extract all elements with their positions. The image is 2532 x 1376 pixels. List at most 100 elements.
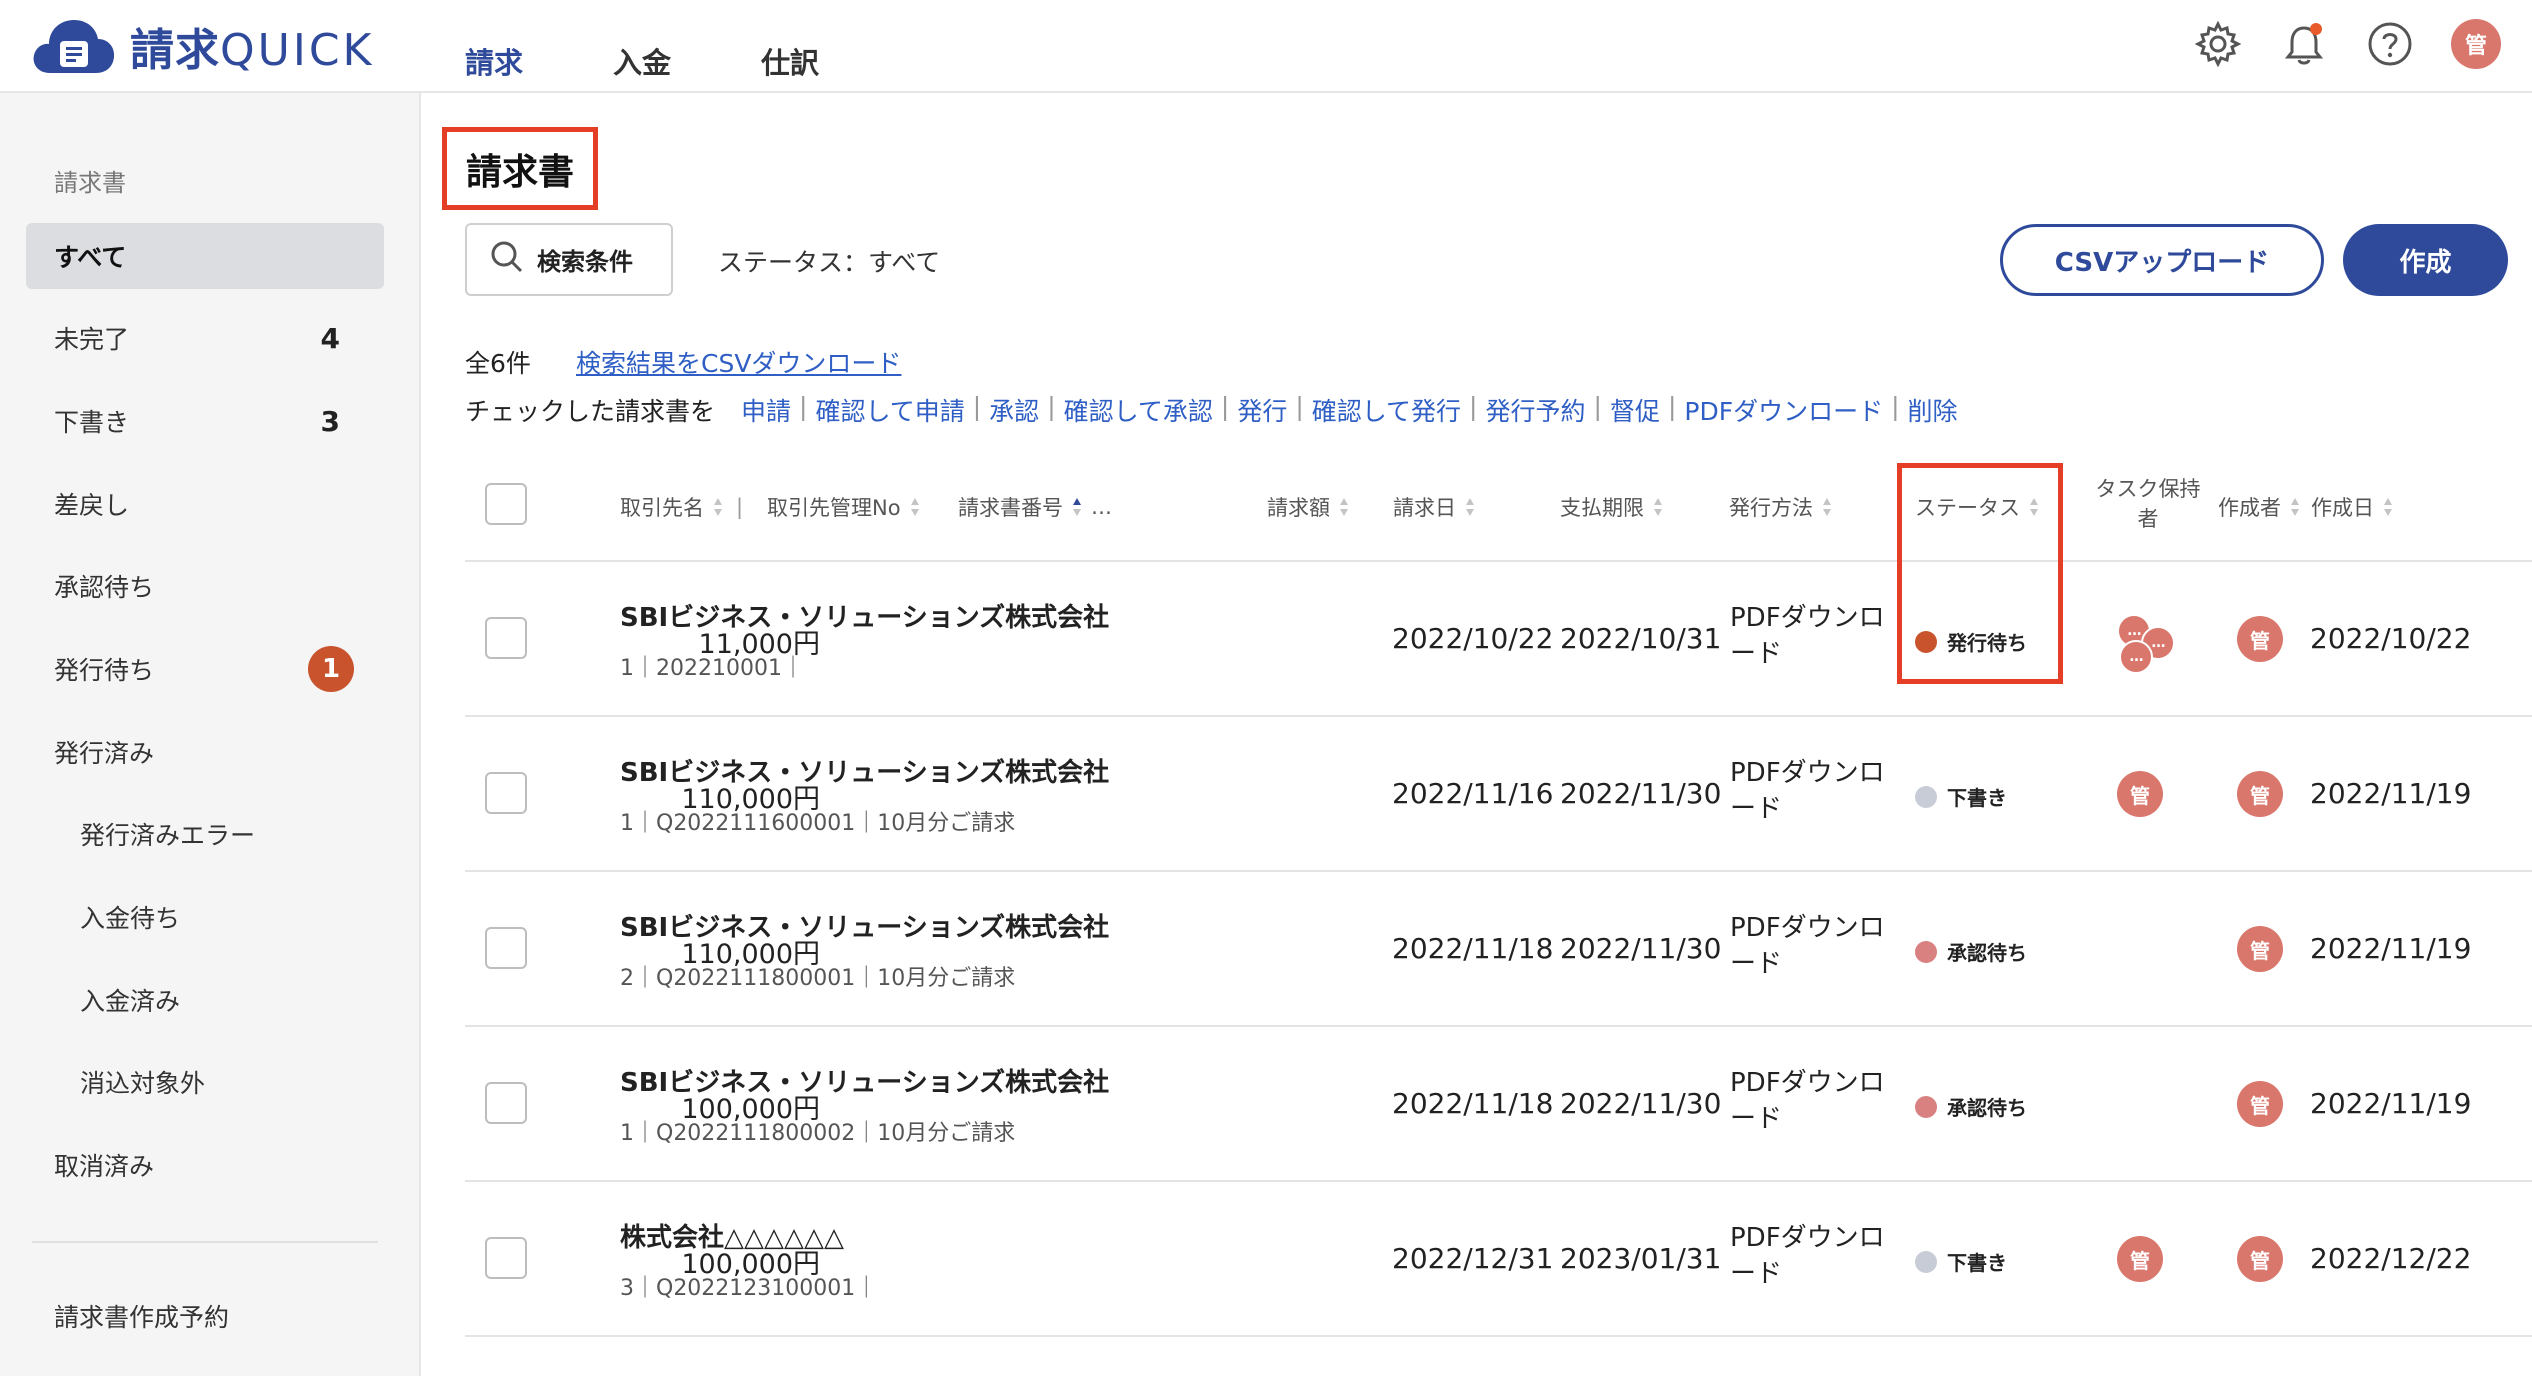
column-header-due-date[interactable]: 支払期限 bbox=[1560, 492, 1662, 522]
sidebar-item-all[interactable]: すべて bbox=[26, 223, 384, 289]
column-header-status[interactable]: ステータス bbox=[1915, 492, 2038, 522]
column-header-creator[interactable]: 作成者 bbox=[2218, 492, 2299, 522]
table-row[interactable]: 株式会社△△△△△△ 3｜Q2022123100001｜ 100,000円 20… bbox=[465, 1182, 2532, 1337]
task-holder[interactable]: 管 bbox=[2117, 1236, 2163, 1282]
issue-method: PDFダウンロード bbox=[1730, 603, 1885, 669]
user-avatar[interactable]: 管 bbox=[2448, 16, 2504, 72]
bulk-delete-link[interactable]: 削除 bbox=[1908, 392, 1958, 428]
tab-payment[interactable]: 入金 bbox=[613, 0, 671, 93]
sidebar-item-excluded[interactable]: 消込対象外 bbox=[26, 1049, 384, 1115]
csv-download-link[interactable]: 検索結果をCSVダウンロード bbox=[576, 344, 901, 380]
help-icon[interactable] bbox=[2362, 16, 2418, 72]
create-button[interactable]: 作成 bbox=[2343, 224, 2508, 296]
status-label: 承認待ち bbox=[1947, 1096, 2027, 1120]
column-header-label: 支払期限 bbox=[1560, 496, 1644, 520]
separator: | bbox=[972, 392, 982, 421]
task-holder-group[interactable]: … … … bbox=[2117, 614, 2179, 676]
bulk-pdf-download-link[interactable]: PDFダウンロード bbox=[1684, 392, 1883, 428]
table-row[interactable]: SBIビジネス・ソリューションズ株式会社 1｜Q2022111800002｜10… bbox=[465, 1027, 2532, 1182]
bulk-confirm-approve-link[interactable]: 確認して承認 bbox=[1064, 392, 1213, 428]
sidebar-item-badge: 1 bbox=[308, 646, 354, 692]
task-holder[interactable]: 管 bbox=[2117, 771, 2163, 817]
issue-method: PDFダウンロード bbox=[1730, 758, 1885, 824]
created-date: 2022/11/19 bbox=[2310, 1087, 2472, 1120]
csv-upload-button[interactable]: CSVアップロード bbox=[2000, 224, 2324, 296]
table-row[interactable]: SBIビジネス・ソリューションズ株式会社 1｜Q2022111600001｜10… bbox=[465, 717, 2532, 872]
bulk-schedule-issue-link[interactable]: 発行予約 bbox=[1485, 392, 1585, 428]
status-dot-icon bbox=[1915, 1250, 1937, 1273]
sidebar-item-cancelled[interactable]: 取消済み bbox=[26, 1132, 384, 1198]
logo-cloud-icon bbox=[32, 15, 116, 77]
column-header-label: 発行方法 bbox=[1729, 496, 1813, 520]
table-row[interactable]: SBIビジネス・ソリューションズ株式会社 2｜Q2022111800001｜10… bbox=[465, 872, 2532, 1027]
row-checkbox[interactable] bbox=[485, 927, 527, 969]
sidebar-item-issued[interactable]: 発行済み bbox=[26, 719, 384, 785]
search-conditions-label: 検索条件 bbox=[537, 248, 633, 276]
sidebar-item-awaiting-issue[interactable]: 発行待ち 1 bbox=[26, 636, 384, 702]
logo-kanji: 請求 bbox=[130, 25, 220, 76]
sidebar-item-scheduled-creation[interactable]: 請求書作成予約 bbox=[26, 1283, 384, 1349]
column-header-method[interactable]: 発行方法 bbox=[1729, 492, 1831, 522]
status-badge: 発行待ち bbox=[1915, 627, 2027, 656]
sidebar-item-count: 3 bbox=[320, 404, 340, 438]
search-conditions-button[interactable]: 検索条件 bbox=[465, 223, 673, 296]
due-date: 2023/01/31 bbox=[1560, 1242, 1722, 1275]
sidebar-item-returned[interactable]: 差戻し bbox=[26, 471, 384, 537]
bulk-confirm-issue-link[interactable]: 確認して発行 bbox=[1312, 392, 1461, 428]
select-all-checkbox[interactable] bbox=[485, 483, 527, 525]
column-header-invoice-date[interactable]: 請求日 bbox=[1393, 492, 1474, 522]
sidebar-item-awaiting-approval[interactable]: 承認待ち bbox=[26, 553, 384, 619]
client-name[interactable]: SBIビジネス・ソリューションズ株式会社 bbox=[620, 597, 1109, 634]
tab-invoice[interactable]: 請求 bbox=[465, 0, 523, 93]
search-icon bbox=[489, 239, 525, 281]
gear-icon[interactable] bbox=[2190, 16, 2246, 72]
sidebar-item-label: 請求書作成予約 bbox=[54, 1303, 230, 1332]
column-header-label: ステータス bbox=[1915, 496, 2020, 520]
due-date: 2022/10/31 bbox=[1560, 622, 1722, 655]
tab-journal[interactable]: 仕訳 bbox=[761, 0, 819, 93]
column-header-invoice-no[interactable]: 請求書番号… bbox=[958, 492, 1112, 522]
sidebar-item-issued-error[interactable]: 発行済みエラー bbox=[26, 801, 384, 867]
sidebar: 請求書 すべて 未完了 4 下書き 3 差戻し 承認待ち 発行待ち 1 発行済み 発行… bbox=[0, 93, 421, 1376]
bulk-approve-link[interactable]: 承認 bbox=[989, 392, 1039, 428]
row-checkbox[interactable] bbox=[485, 617, 527, 659]
column-header-client[interactable]: 取引先名 | bbox=[620, 492, 743, 522]
column-header-amount[interactable]: 請求額 bbox=[1267, 492, 1348, 522]
status-badge: 下書き bbox=[1915, 782, 2007, 811]
row-checkbox[interactable] bbox=[485, 1237, 527, 1279]
bulk-confirm-apply-link[interactable]: 確認して申請 bbox=[815, 392, 964, 428]
column-header-label: 作成者 bbox=[2218, 496, 2281, 520]
column-header-label: 取引先名 bbox=[620, 496, 704, 520]
status-dot-icon bbox=[1915, 785, 1937, 808]
more-columns-icon[interactable]: … bbox=[1091, 495, 1112, 519]
status-dot-icon bbox=[1915, 1095, 1937, 1118]
sidebar-item-label: 取消済み bbox=[54, 1152, 155, 1181]
bulk-remind-link[interactable]: 督促 bbox=[1610, 392, 1660, 428]
separator: | bbox=[1667, 392, 1677, 421]
app-logo[interactable]: 請求QUICK bbox=[32, 14, 374, 78]
sidebar-item-paid[interactable]: 入金済み bbox=[26, 967, 384, 1033]
column-header-created[interactable]: 作成日 bbox=[2311, 492, 2392, 522]
sidebar-item-draft[interactable]: 下書き 3 bbox=[26, 388, 384, 454]
status-label: 下書き bbox=[1947, 1251, 2007, 1275]
status-dot-icon bbox=[1915, 630, 1937, 653]
invoice-amount: 100,000円 bbox=[681, 1094, 820, 1125]
table-row[interactable]: SBIビジネス・ソリューションズ株式会社 1｜202210001｜ 11,000… bbox=[465, 562, 2532, 717]
invoice-date: 2022/11/18 bbox=[1392, 932, 1554, 965]
created-date: 2022/11/19 bbox=[2310, 777, 2472, 810]
status-badge: 下書き bbox=[1915, 1247, 2007, 1276]
creator-avatar: 管 bbox=[2237, 926, 2283, 972]
status-filter-text: ステータス：すべて bbox=[718, 248, 941, 277]
row-checkbox[interactable] bbox=[485, 1082, 527, 1124]
column-header-client-no[interactable]: 取引先管理No bbox=[767, 492, 919, 522]
bulk-apply-link[interactable]: 申請 bbox=[741, 392, 791, 428]
bulk-issue-link[interactable]: 発行 bbox=[1237, 392, 1287, 428]
sidebar-item-label: 発行済み bbox=[54, 739, 155, 768]
row-checkbox[interactable] bbox=[485, 772, 527, 814]
bell-icon[interactable] bbox=[2276, 16, 2332, 72]
separator: | bbox=[1891, 392, 1900, 421]
sidebar-item-label: 入金待ち bbox=[80, 904, 181, 933]
sidebar-item-awaiting-payment[interactable]: 入金待ち bbox=[26, 884, 384, 950]
sidebar-item-incomplete[interactable]: 未完了 4 bbox=[26, 305, 384, 371]
column-header-task-holder[interactable]: タスク保持者 bbox=[2092, 474, 2204, 534]
